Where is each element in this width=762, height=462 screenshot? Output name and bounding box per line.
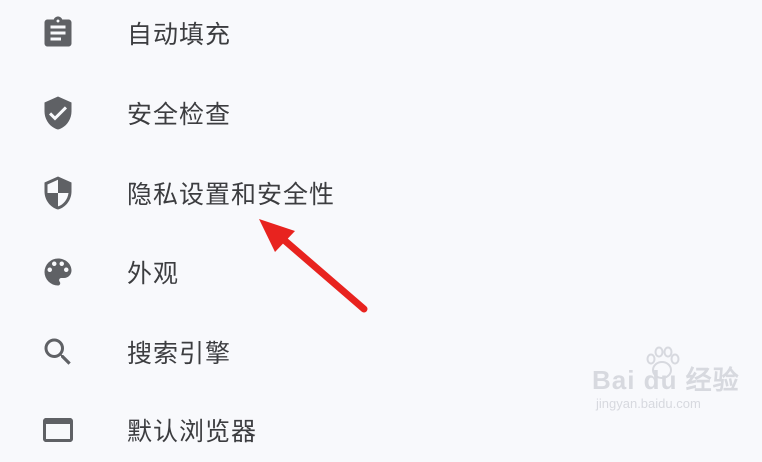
search-icon bbox=[40, 334, 76, 370]
menu-item-appearance[interactable]: 外观 bbox=[0, 240, 600, 304]
menu-item-label: 安全检查 bbox=[127, 100, 232, 129]
browser-icon bbox=[40, 412, 76, 448]
menu-item-autofill[interactable]: 自动填充 bbox=[0, 1, 600, 65]
menu-item-label: 外观 bbox=[127, 259, 180, 288]
menu-item-privacy-security[interactable]: 隐私设置和安全性 bbox=[0, 161, 600, 225]
menu-item-label: 搜索引擎 bbox=[127, 339, 232, 368]
menu-item-label: 自动填充 bbox=[127, 20, 232, 49]
settings-menu: 自动填充 安全检查 隐私设置和安全性 外观 搜索引擎 默认浏览器 bbox=[0, 0, 762, 446]
clipboard-icon bbox=[40, 15, 76, 51]
shield-check-icon bbox=[40, 95, 76, 131]
palette-icon bbox=[40, 254, 76, 290]
menu-item-search-engine[interactable]: 搜索引擎 bbox=[0, 320, 600, 384]
shield-half-icon bbox=[40, 175, 76, 211]
menu-item-default-browser[interactable]: 默认浏览器 bbox=[0, 398, 600, 462]
menu-item-safety-check[interactable]: 安全检查 bbox=[0, 81, 600, 145]
menu-item-label: 隐私设置和安全性 bbox=[127, 180, 336, 209]
menu-item-label: 默认浏览器 bbox=[127, 417, 258, 446]
